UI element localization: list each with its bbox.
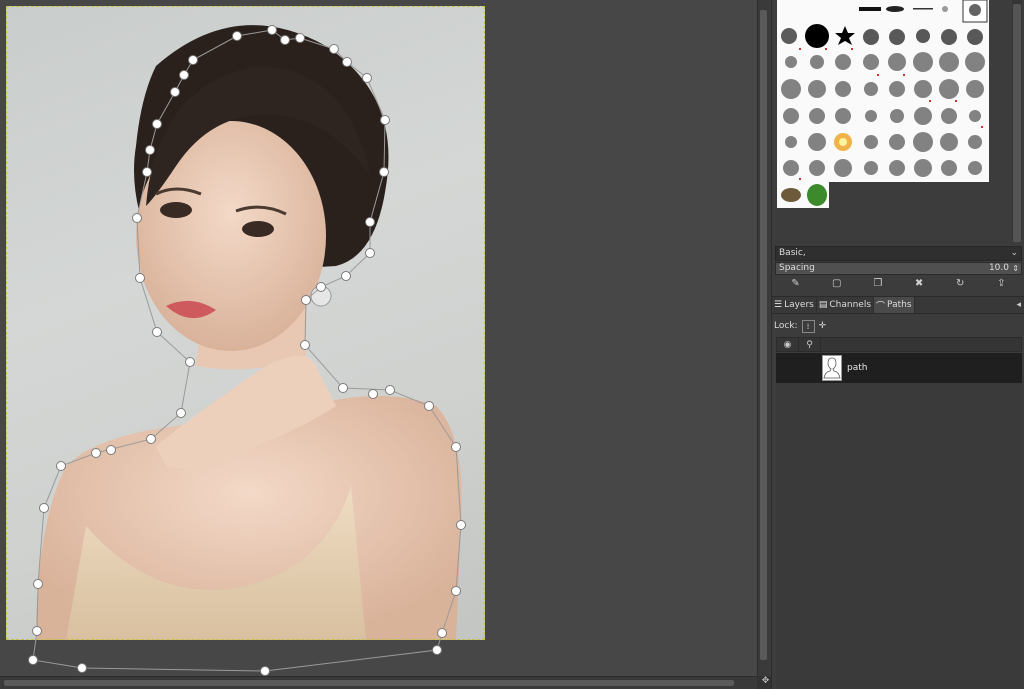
brushes-grid[interactable] xyxy=(777,0,989,208)
tab-menu-icon[interactable]: ◂ xyxy=(1016,300,1021,310)
paths-list-empty-area[interactable] xyxy=(776,383,1022,689)
tab-channels[interactable]: ▤ Channels xyxy=(817,297,875,313)
path-thumbnail-icon xyxy=(823,357,841,379)
lock-label: Lock: xyxy=(774,321,798,331)
chevron-down-icon: ⌄ xyxy=(1010,248,1018,258)
edit-brush-icon[interactable]: ✎ xyxy=(789,278,803,290)
vscroll-thumb[interactable] xyxy=(760,10,767,660)
delete-brush-icon[interactable]: ✖ xyxy=(912,278,926,290)
right-dock: Basic, ⌄ Spacing 10.0 ⇕ ✎ ▢ ❐ ✖ ↻ ⇪ ☰ La… xyxy=(771,0,1024,689)
lock-position-icon[interactable]: ✛ xyxy=(819,321,827,331)
image-canvas[interactable] xyxy=(0,0,757,676)
paths-list-header: ◉ ⚲ xyxy=(776,337,1022,352)
path-thumbnail xyxy=(822,355,842,381)
spacing-slider[interactable]: Spacing 10.0 ⇕ xyxy=(775,262,1022,275)
spacing-value: 10.0 xyxy=(988,263,1009,273)
spacing-label: Spacing xyxy=(779,263,815,273)
refresh-brushes-icon[interactable]: ↻ xyxy=(953,278,967,290)
hscroll-thumb[interactable] xyxy=(4,680,734,686)
path-name: path xyxy=(847,363,868,373)
layers-icon: ☰ xyxy=(774,300,783,310)
brush-previews[interactable] xyxy=(777,0,989,208)
lock-strokes-icon[interactable]: ⁞ xyxy=(801,319,815,333)
spin-arrows-icon[interactable]: ⇕ xyxy=(1012,263,1019,274)
lock-row: Lock: ⁞ ✛ xyxy=(774,318,826,334)
brush-actions-bar: ✎ ▢ ❐ ✖ ↻ ⇪ xyxy=(775,276,1022,291)
new-brush-icon[interactable]: ▢ xyxy=(830,278,844,290)
channels-icon: ▤ xyxy=(818,300,828,310)
visibility-icon[interactable]: ◉ xyxy=(777,338,799,351)
path-list-item[interactable]: path xyxy=(776,353,1022,383)
tab-channels-label: Channels xyxy=(829,300,872,310)
tab-paths[interactable]: ⌒ Paths xyxy=(874,297,915,313)
brush-set-label: Basic, xyxy=(779,248,806,258)
open-as-image-icon[interactable]: ⇪ xyxy=(994,278,1008,290)
canvas-vertical-scrollbar[interactable] xyxy=(757,0,769,676)
gimp-window: ✥ Basic, ⌄ Spacing 10.0 ⇕ ✎ ▢ ❐ ✖ ↻ ⇪ ☰ … xyxy=(0,0,1024,689)
tab-paths-label: Paths xyxy=(887,300,912,310)
brushes-scroll-thumb[interactable] xyxy=(1013,4,1021,242)
tab-layers-label: Layers xyxy=(784,300,814,310)
path-outline[interactable] xyxy=(0,0,757,676)
chain-icon[interactable]: ⚲ xyxy=(799,338,821,351)
brush-set-select[interactable]: Basic, ⌄ xyxy=(775,246,1022,261)
dock-tabs: ☰ Layers ▤ Channels ⌒ Paths ◂ xyxy=(772,296,1024,314)
tab-layers[interactable]: ☰ Layers xyxy=(772,297,817,313)
duplicate-brush-icon[interactable]: ❐ xyxy=(871,278,885,290)
paths-icon: ⌒ xyxy=(876,301,886,312)
canvas-horizontal-scrollbar[interactable] xyxy=(0,676,757,689)
brushes-scrollbar[interactable] xyxy=(1012,0,1022,242)
